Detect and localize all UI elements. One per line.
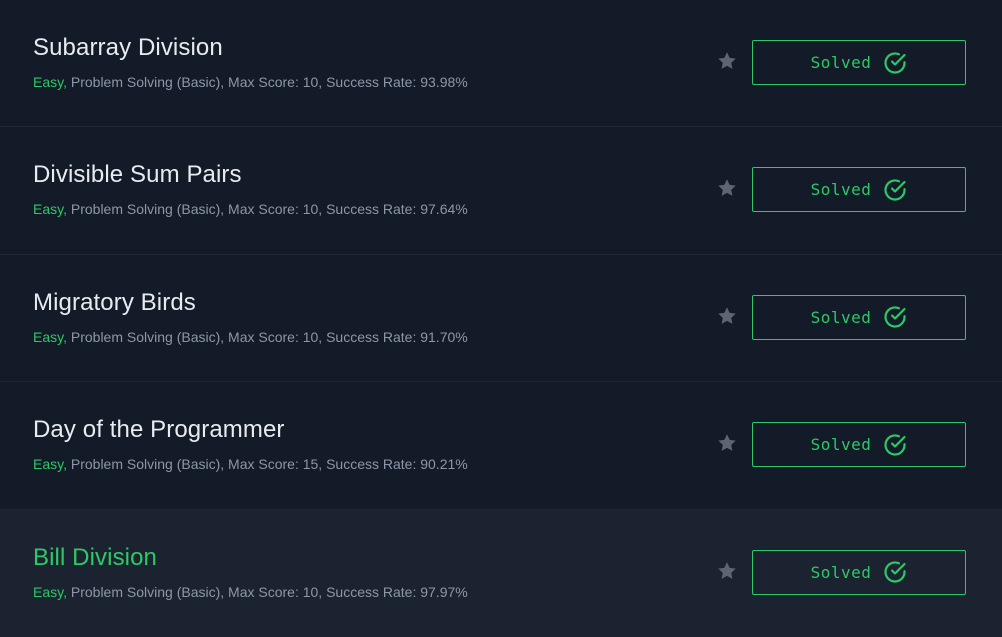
challenge-details: Problem Solving (Basic), Max Score: 15, … (66, 456, 468, 473)
check-circle-icon (884, 179, 906, 201)
challenge-row-day-of-the-programmer[interactable]: Day of the Programmer Easy, Problem Solv… (0, 382, 1002, 510)
challenge-title[interactable]: Bill Division (33, 544, 157, 572)
difficulty-label: Easy, (33, 74, 67, 90)
solved-button[interactable]: Solved (752, 167, 966, 213)
challenge-row-subarray-division[interactable]: Subarray Division Easy, Problem Solving … (0, 0, 1002, 128)
solved-label: Solved (810, 562, 872, 582)
challenge-row-bill-division[interactable]: Bill Division Easy, Problem Solving (Bas… (0, 509, 1002, 637)
star-icon[interactable] (716, 560, 738, 582)
solved-button[interactable]: Solved (752, 422, 966, 468)
challenge-title[interactable]: Day of the Programmer (33, 416, 285, 444)
challenge-row-divisible-sum-pairs[interactable]: Divisible Sum Pairs Easy, Problem Solvin… (0, 127, 1002, 255)
challenge-details: Problem Solving (Basic), Max Score: 10, … (66, 74, 468, 90)
challenge-title[interactable]: Divisible Sum Pairs (33, 161, 242, 189)
challenge-meta: Easy, Problem Solving (Basic), Max Score… (33, 584, 468, 600)
challenge-details: Problem Solving (Basic), Max Score: 10, … (66, 583, 468, 600)
challenge-meta: Easy, Problem Solving (Basic), Max Score… (33, 456, 468, 472)
solved-button[interactable]: Solved (752, 40, 966, 85)
check-circle-icon (884, 306, 906, 328)
challenge-title[interactable]: Migratory Birds (33, 289, 196, 317)
challenge-row-migratory-birds[interactable]: Migratory Birds Easy, Problem Solving (B… (0, 254, 1002, 383)
star-icon[interactable] (716, 177, 738, 199)
challenge-list: Subarray Division Easy, Problem Solving … (0, 0, 1002, 637)
challenge-meta: Easy, Problem Solving (Basic), Max Score… (33, 329, 468, 345)
solved-label: Solved (810, 307, 872, 327)
difficulty-label: Easy, (33, 201, 67, 218)
solved-button[interactable]: Solved (752, 549, 966, 595)
challenge-details: Problem Solving (Basic), Max Score: 10, … (66, 328, 468, 345)
check-circle-icon (884, 561, 906, 583)
solved-label: Solved (810, 180, 872, 200)
solved-label: Solved (810, 53, 872, 72)
difficulty-label: Easy, (33, 583, 67, 600)
challenge-meta: Easy, Problem Solving (Basic), Max Score… (33, 74, 468, 90)
check-circle-icon (884, 434, 906, 456)
difficulty-label: Easy, (33, 328, 67, 345)
star-icon[interactable] (716, 305, 738, 327)
challenge-details: Problem Solving (Basic), Max Score: 10, … (66, 201, 468, 218)
star-icon[interactable] (716, 432, 738, 454)
difficulty-label: Easy, (33, 456, 67, 473)
solved-button[interactable]: Solved (752, 294, 966, 340)
challenge-meta: Easy, Problem Solving (Basic), Max Score… (33, 201, 468, 217)
solved-label: Solved (810, 435, 872, 455)
challenge-title[interactable]: Subarray Division (33, 34, 223, 62)
check-circle-icon (884, 51, 906, 74)
star-icon[interactable] (716, 50, 738, 72)
